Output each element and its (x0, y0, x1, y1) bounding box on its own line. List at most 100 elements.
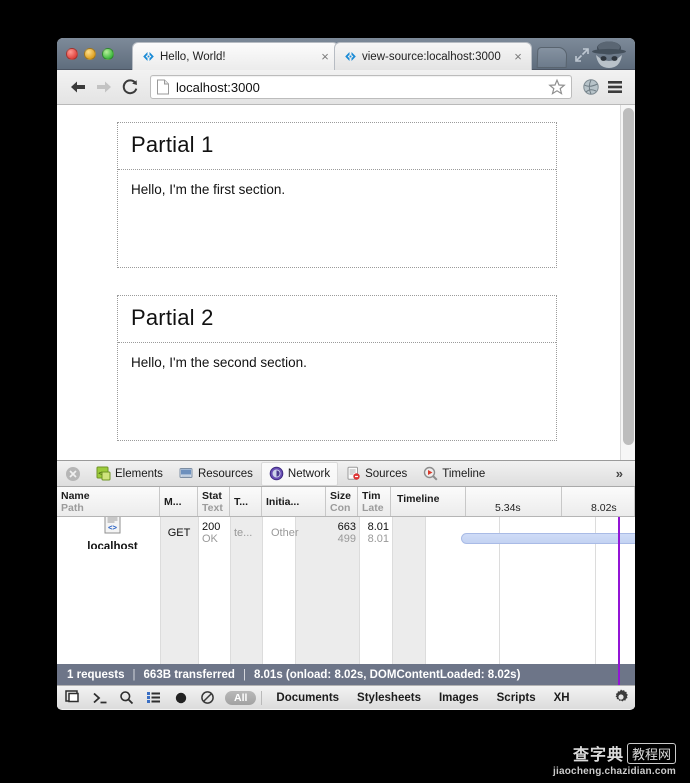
devtools-overflow-button[interactable]: » (616, 466, 623, 481)
back-arrow-icon[interactable] (65, 74, 91, 100)
status-separator: | (242, 668, 246, 681)
partial-panel-2-body: Hello, I'm the second section. (131, 355, 307, 370)
clear-icon[interactable] (194, 687, 221, 709)
page-document-icon (156, 79, 170, 95)
tab-network[interactable]: Network (260, 461, 339, 486)
partial-panel-2: Partial 2 Hello, I'm the second section. (117, 295, 557, 441)
domcontentloaded-marker (618, 517, 620, 664)
status-separator: | (132, 668, 136, 681)
svg-text:<>: <> (108, 523, 118, 532)
tab-title: view-source:localhost:3000 (362, 50, 501, 63)
browser-window: Hello, World! × view-source:localhost:30… (57, 38, 635, 710)
filter-documents[interactable]: Documents (267, 692, 348, 704)
partial-panel-1: Partial 1 Hello, I'm the first section. (117, 122, 557, 268)
page-title: Partial 1 (131, 132, 214, 157)
record-icon[interactable] (167, 687, 194, 709)
new-tab-button[interactable] (536, 47, 568, 68)
cell-method: GET (167, 527, 191, 539)
timeline-icon (423, 466, 438, 481)
network-icon (269, 466, 284, 481)
dock-panel-icon[interactable] (59, 687, 86, 709)
filter-stylesheets[interactable]: Stylesheets (348, 692, 430, 704)
transferred-size: 663B transferred (143, 668, 235, 681)
partial-panel-1-body: Hello, I'm the first section. (131, 182, 286, 197)
column-header-size[interactable]: Size Con (326, 487, 358, 516)
close-window-button[interactable] (66, 48, 78, 60)
tab-resources[interactable]: Resources (171, 462, 261, 486)
cell-name[interactable]: <> localhost (57, 517, 160, 549)
star-icon[interactable] (548, 78, 566, 96)
zoom-window-button[interactable] (102, 48, 114, 60)
address-bar[interactable]: localhost:3000 (150, 75, 572, 99)
network-status-bar: 1 requests | 663B transferred | 8.01s (o… (57, 664, 635, 685)
tab-label: Network (287, 467, 331, 480)
list-view-icon[interactable] (140, 687, 167, 709)
screenshot-root: Hello, World! × view-source:localhost:30… (0, 0, 690, 783)
search-icon[interactable] (113, 687, 140, 709)
page-viewport: Partial 1 Hello, I'm the first section. … (57, 105, 635, 461)
devtools-filter-bar: All Documents Stylesheets Images Scripts… (57, 685, 635, 709)
load-timing: 8.01s (onload: 8.02s, DOMContentLoaded: … (253, 668, 521, 681)
tab-close-button[interactable]: × (511, 50, 525, 63)
page-scrollbar-thumb[interactable] (623, 108, 634, 445)
status-domcontentloaded-marker (618, 664, 620, 685)
requests-count: 1 requests (67, 668, 125, 681)
window-controls (66, 48, 114, 60)
elements-icon: <> (96, 466, 111, 481)
column-header-method[interactable]: M... (160, 487, 198, 516)
tab-title: Hello, World! (160, 50, 226, 63)
filter-all-button[interactable]: All (225, 690, 257, 705)
tab-elements[interactable]: <> Elements (88, 462, 171, 486)
timeline-bar-container (461, 533, 635, 545)
watermark-box: 教程网 (626, 742, 676, 764)
column-header-timeline[interactable]: Timeline 5.34s 8.02s (391, 487, 635, 516)
tab-close-button[interactable]: × (318, 50, 332, 63)
request-timeline-bar[interactable] (461, 533, 635, 544)
column-header-status[interactable]: Stat Text (198, 487, 230, 516)
sources-icon (346, 466, 361, 481)
browser-tab-1[interactable]: Hello, World! × (132, 42, 339, 70)
forward-arrow-icon (91, 74, 117, 100)
reload-icon[interactable] (117, 74, 143, 100)
cell-initiator: Other (271, 527, 299, 539)
request-name: localhost (87, 540, 138, 550)
tab-label: Resources (197, 467, 253, 480)
url-text[interactable]: localhost:3000 (176, 80, 548, 95)
column-header-initiator[interactable]: Initia... (262, 487, 326, 516)
filter-images[interactable]: Images (430, 692, 488, 704)
browser-tab-2[interactable]: view-source:localhost:3000 × (334, 42, 532, 70)
resources-icon (179, 466, 194, 481)
timeline-tick-1: 5.34s (495, 502, 521, 514)
column-header-name[interactable]: Name Path (57, 487, 160, 516)
devtools-tabbar: <> Elements Resources (57, 461, 635, 487)
partial-panel-2-header: Partial 2 (118, 296, 556, 343)
tab-label: Timeline (442, 467, 486, 480)
filter-xhr[interactable]: XH (545, 692, 579, 704)
network-table-body: <> localhost GET 200 OK te... Other 663 … (57, 517, 635, 664)
incognito-icon (589, 39, 629, 70)
timeline-tick-2: 8.02s (591, 502, 617, 514)
console-prompt-icon[interactable] (86, 687, 113, 709)
partial-panel-1-header: Partial 1 (118, 123, 556, 170)
column-header-type[interactable]: T... (230, 487, 262, 516)
globe-icon[interactable] (579, 75, 603, 99)
cell-size: 663 499 (337, 521, 356, 545)
filter-scripts[interactable]: Scripts (488, 692, 545, 704)
document-code-icon: <> (104, 517, 121, 534)
code-chevron-icon (142, 50, 155, 63)
close-circle-icon[interactable] (63, 464, 83, 484)
minimize-window-button[interactable] (84, 48, 96, 60)
page-scrollbar[interactable] (620, 105, 635, 460)
page-content: Partial 1 Hello, I'm the first section. … (57, 105, 635, 441)
gear-icon[interactable] (612, 688, 632, 708)
cell-time: 8.01 8.01 (367, 521, 389, 545)
code-chevron-icon (344, 50, 357, 63)
cell-status: 200 OK (202, 521, 221, 545)
hamburger-menu-icon[interactable] (603, 75, 627, 99)
watermark-brand: 查字典 (572, 745, 624, 764)
tab-sources[interactable]: Sources (338, 462, 415, 486)
browser-toolbar: localhost:3000 (57, 70, 635, 105)
page-title: Partial 2 (131, 305, 214, 330)
tab-timeline[interactable]: Timeline (415, 462, 493, 486)
column-header-time[interactable]: Tim Late (358, 487, 391, 516)
